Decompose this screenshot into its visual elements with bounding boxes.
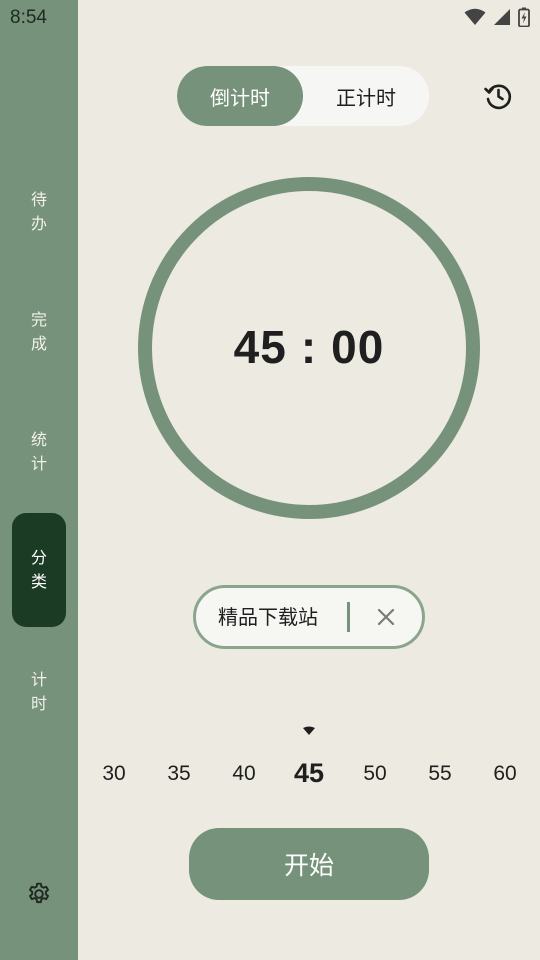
category-tag-label: 精品下载站	[218, 605, 318, 629]
category-tag[interactable]: 精品下载站	[193, 585, 425, 649]
sidebar-item-todo[interactable]: 待办	[12, 188, 66, 236]
sidebar-item-label: 类	[30, 572, 47, 591]
start-button[interactable]: 开始	[189, 828, 429, 900]
sidebar-item-label: 分	[30, 548, 47, 567]
tab-countdown[interactable]: 倒计时	[177, 66, 303, 126]
duration-option[interactable]: 60	[483, 762, 527, 786]
tab-countup[interactable]: 正计时	[303, 66, 429, 126]
sidebar-item-done[interactable]: 完成	[12, 308, 66, 356]
timer-display: 45:00	[138, 320, 480, 374]
duration-option[interactable]: 35	[157, 762, 201, 786]
status-time: 8:54	[10, 7, 47, 28]
close-icon[interactable]	[374, 605, 398, 629]
timer-seconds: 00	[331, 321, 385, 373]
duration-option[interactable]: 50	[353, 762, 397, 786]
signal-icon	[494, 9, 510, 25]
duration-option[interactable]: 55	[418, 762, 462, 786]
mode-toggle: 正计时 倒计时	[177, 66, 429, 126]
timer-separator: :	[300, 321, 318, 373]
battery-charging-icon	[518, 7, 530, 27]
history-icon[interactable]	[482, 80, 514, 112]
sidebar-item-stats[interactable]: 统计	[12, 428, 66, 476]
timer-minutes: 45	[233, 321, 287, 373]
sidebar-item-label: 时	[30, 694, 47, 713]
sidebar-item-category[interactable]: 分类	[12, 513, 66, 627]
status-icons	[464, 7, 530, 27]
sidebar-item-label: 完	[30, 310, 47, 329]
sidebar-item-label: 成	[30, 334, 47, 353]
sidebar-item-label: 计	[30, 670, 47, 689]
sidebar: 8:54 待办 完成 统计 分类 计时	[0, 0, 78, 960]
sidebar-item-timer[interactable]: 计时	[12, 668, 66, 716]
sidebar-item-label: 统	[30, 430, 47, 449]
dropdown-arrow-icon	[303, 726, 315, 735]
settings-icon[interactable]	[26, 881, 52, 907]
sidebar-item-label: 办	[30, 214, 47, 233]
wifi-icon	[464, 8, 486, 25]
duration-option[interactable]: 30	[92, 762, 136, 786]
sidebar-item-label: 待	[30, 190, 47, 209]
duration-option-selected[interactable]: 45	[287, 758, 331, 789]
tag-divider	[347, 602, 350, 632]
sidebar-item-label: 计	[30, 454, 47, 473]
duration-option[interactable]: 40	[222, 762, 266, 786]
